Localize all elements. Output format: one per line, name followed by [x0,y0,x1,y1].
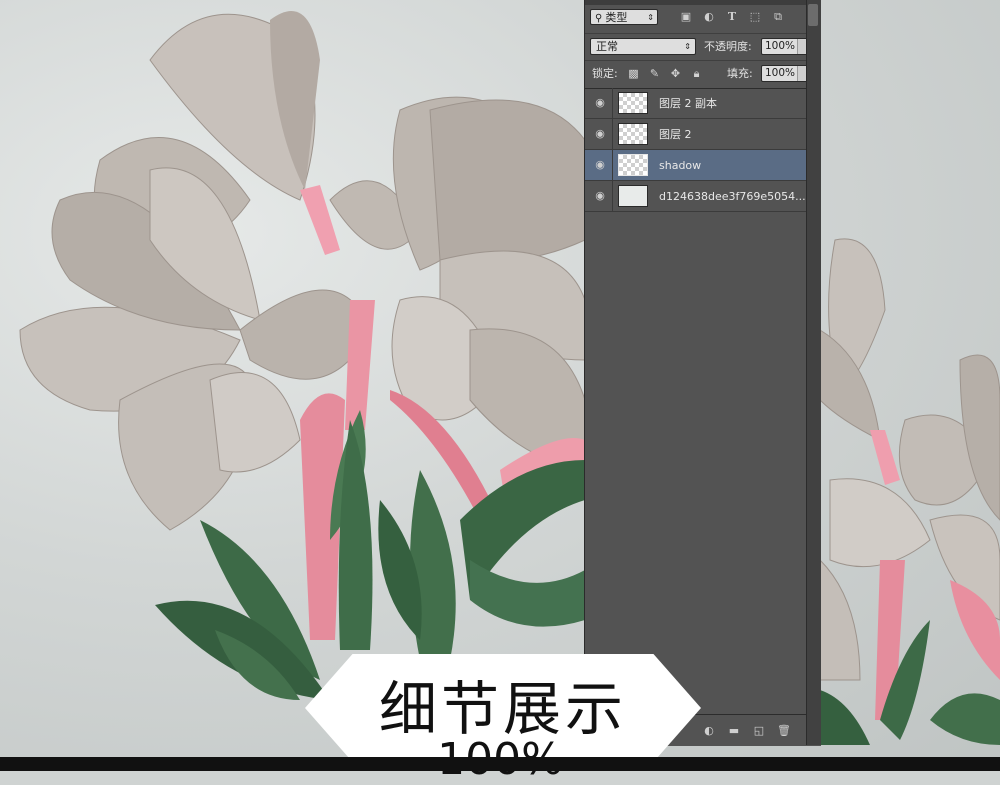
filter-smart-object-icon[interactable]: ⧉ [771,11,785,23]
filter-type-icon[interactable]: T [725,11,739,23]
layer-name[interactable]: 图层 2 副本 [659,88,717,119]
scrollbar-thumb[interactable] [808,4,818,26]
filter-adjustment-icon[interactable]: ◐ [702,11,716,23]
filter-shape-icon[interactable]: ⬚ [748,11,762,23]
lock-transparent-icon[interactable]: ▩ [627,67,640,80]
layers-panel: ⚲ 类型 ⇕ ▣ ◐ T ⬚ ⧉ 正常 ⇕ 不透明度: 100% 锁定: ▩ ✎ … [584,0,821,746]
opacity-label: 不透明度: [704,40,752,53]
layer-name[interactable]: shadow [659,150,701,181]
layer-thumbnail [618,92,648,114]
blend-mode-value: 正常 [596,40,618,53]
eye-icon[interactable]: ◉ [593,97,607,109]
filter-kind-label: 类型 [605,11,628,24]
select-arrows-icon: ⇕ [647,13,654,22]
divider [612,88,613,119]
search-icon: ⚲ [595,13,603,24]
divider [612,181,613,212]
eye-icon[interactable]: ◉ [593,128,607,140]
lily-right [819,238,1000,745]
layer-filter-bar: ⚲ 类型 ⇕ ▣ ◐ T ⬚ ⧉ [585,5,821,31]
filter-pixel-icon[interactable]: ▣ [679,11,693,23]
layer-name[interactable]: 图层 2 [659,119,692,150]
fill-value: 100% [765,67,796,79]
fill-label: 填充: [727,67,753,80]
blend-row: 正常 ⇕ 不透明度: 100% [585,33,821,60]
layer-row[interactable]: ◉ 图层 2 副本 [585,88,821,119]
layer-thumbnail [618,154,648,176]
lily-center [329,96,586,471]
layer-row[interactable]: ◉ 图层 2 [585,119,821,150]
divider [612,150,613,181]
eye-icon[interactable]: ◉ [593,159,607,171]
lock-label: 锁定: [592,67,618,80]
blend-mode-select[interactable]: 正常 ⇕ [590,38,696,55]
lock-image-icon[interactable]: ✎ [648,67,661,80]
layer-thumbnail [618,123,648,145]
select-arrows-icon: ⇕ [684,42,691,51]
eye-icon[interactable]: ◉ [593,190,607,202]
layer-thumbnail [618,185,648,207]
filter-kind-select[interactable]: ⚲ 类型 ⇕ [590,9,658,25]
divider [612,119,613,150]
layer-name[interactable]: d124638dee3f769e5054... [659,181,806,212]
bottom-band [0,757,1000,771]
layer-list: ◉ 图层 2 副本 ◉ 图层 2 ◉ shadow ◉ d124638dee3f… [585,88,821,212]
layer-row-selected[interactable]: ◉ shadow [585,150,821,181]
layer-row[interactable]: ◉ d124638dee3f769e5054... [585,181,821,212]
lock-row: 锁定: ▩ ✎ ✥ 🔒︎ 填充: 100% [585,60,821,89]
lock-all-icon[interactable]: 🔒︎ [690,67,703,80]
lock-position-icon[interactable]: ✥ [669,67,682,80]
opacity-value: 100% [765,40,796,52]
panel-scrollbar[interactable] [806,0,821,745]
